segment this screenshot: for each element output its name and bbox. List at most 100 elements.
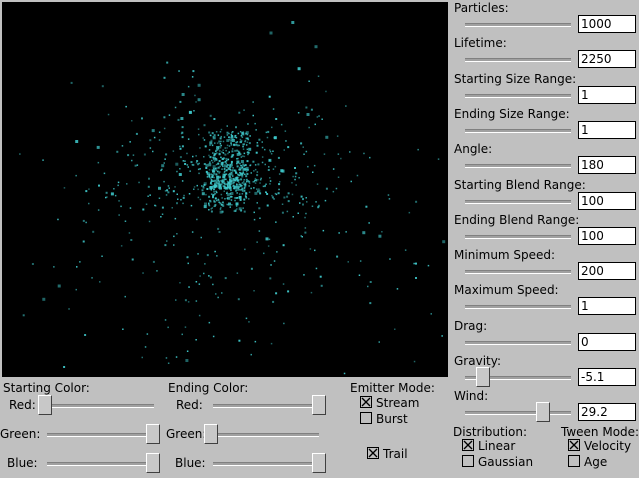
particle <box>281 169 285 173</box>
param-field-gravity[interactable]: -5.1 <box>578 368 636 386</box>
slider-track[interactable] <box>465 270 571 274</box>
particle <box>230 160 233 163</box>
particle <box>287 146 290 149</box>
slider-track[interactable] <box>47 462 160 466</box>
particle <box>215 169 217 172</box>
param-field-lifetime[interactable]: 2250 <box>578 50 636 68</box>
particle <box>238 174 241 177</box>
particle <box>232 143 235 146</box>
slider-track[interactable] <box>465 235 571 239</box>
slider-thumb[interactable] <box>312 395 326 415</box>
particle <box>256 241 258 243</box>
gaussian-checkbox[interactable] <box>462 455 474 467</box>
slider-thumb[interactable] <box>312 453 326 473</box>
particle <box>222 149 224 151</box>
particle <box>281 203 284 205</box>
particle <box>369 156 371 159</box>
slider-thumb[interactable] <box>38 395 52 415</box>
particle <box>208 204 211 207</box>
particle <box>243 179 245 181</box>
slider-track[interactable] <box>213 404 326 408</box>
particle <box>266 193 269 195</box>
particle <box>149 194 151 196</box>
particle <box>247 180 249 182</box>
particle <box>174 217 177 220</box>
age-checkbox[interactable] <box>568 455 580 467</box>
linear-checkbox[interactable] <box>462 439 474 451</box>
param-field-drag[interactable]: 0 <box>578 333 636 351</box>
slider-track[interactable] <box>47 433 160 437</box>
particle <box>253 290 255 292</box>
particle <box>213 176 215 179</box>
slider-thumb[interactable] <box>146 424 160 444</box>
burst-checkbox[interactable] <box>360 412 372 424</box>
particle <box>218 140 221 143</box>
param-field-start_blend[interactable]: 100 <box>578 192 636 210</box>
particle <box>255 129 257 131</box>
particle <box>267 130 270 133</box>
slider-track[interactable] <box>213 462 326 466</box>
particle <box>221 163 224 166</box>
param-field-wind[interactable]: 29.2 <box>578 403 636 421</box>
particle <box>230 171 233 174</box>
particle <box>221 179 224 182</box>
particle <box>227 173 230 176</box>
slider-track[interactable] <box>204 433 319 437</box>
slider-track[interactable] <box>465 94 571 98</box>
slider-track[interactable] <box>465 305 571 309</box>
particle <box>234 149 237 152</box>
particle <box>191 231 194 233</box>
param-field-end_blend[interactable]: 100 <box>578 227 636 245</box>
particle <box>117 184 119 187</box>
param-field-end_size[interactable]: 1 <box>578 121 636 139</box>
param-label-start_blend: Starting Blend Range: <box>454 178 586 192</box>
slider-track[interactable] <box>465 129 571 133</box>
particle <box>302 203 304 206</box>
particle-viewport[interactable] <box>2 2 448 377</box>
particle <box>256 144 259 147</box>
particle <box>84 334 87 336</box>
particle <box>210 210 213 213</box>
slider-track[interactable] <box>465 58 571 62</box>
param-field-max_speed[interactable]: 1 <box>578 297 636 315</box>
particle <box>229 206 231 208</box>
velocity-checkbox[interactable] <box>568 439 580 451</box>
particle <box>269 150 272 153</box>
slider-track[interactable] <box>465 341 571 345</box>
slider-track[interactable] <box>465 411 571 415</box>
particle <box>215 173 218 176</box>
slider-track[interactable] <box>38 404 154 408</box>
particle <box>209 200 212 203</box>
particle <box>240 178 243 181</box>
slider-thumb[interactable] <box>204 424 218 444</box>
particle <box>265 131 268 134</box>
particle <box>208 321 211 324</box>
particle <box>216 175 220 179</box>
particle <box>294 167 296 169</box>
trail-checkbox[interactable] <box>367 447 379 459</box>
particle <box>221 210 224 213</box>
particle <box>239 196 241 198</box>
slider-thumb[interactable] <box>536 402 550 422</box>
particle <box>245 197 248 199</box>
slider-track[interactable] <box>465 164 571 168</box>
particle <box>121 145 124 147</box>
particle <box>193 188 195 190</box>
particle <box>167 326 169 329</box>
slider-track[interactable] <box>465 200 571 204</box>
param-field-start_size[interactable]: 1 <box>578 86 636 104</box>
particle <box>272 108 275 110</box>
slider-track[interactable] <box>465 23 571 27</box>
param-field-angle[interactable]: 180 <box>578 156 636 174</box>
particle <box>250 172 252 174</box>
particle <box>98 184 100 187</box>
stream-checkbox[interactable] <box>360 396 372 408</box>
param-field-particles[interactable]: 1000 <box>578 15 636 33</box>
particle <box>124 220 127 222</box>
slider-thumb[interactable] <box>146 453 160 473</box>
particle <box>193 110 195 112</box>
slider-thumb[interactable] <box>476 367 490 387</box>
particle <box>244 184 247 186</box>
param-field-min_speed[interactable]: 200 <box>578 262 636 280</box>
particle <box>241 190 244 192</box>
